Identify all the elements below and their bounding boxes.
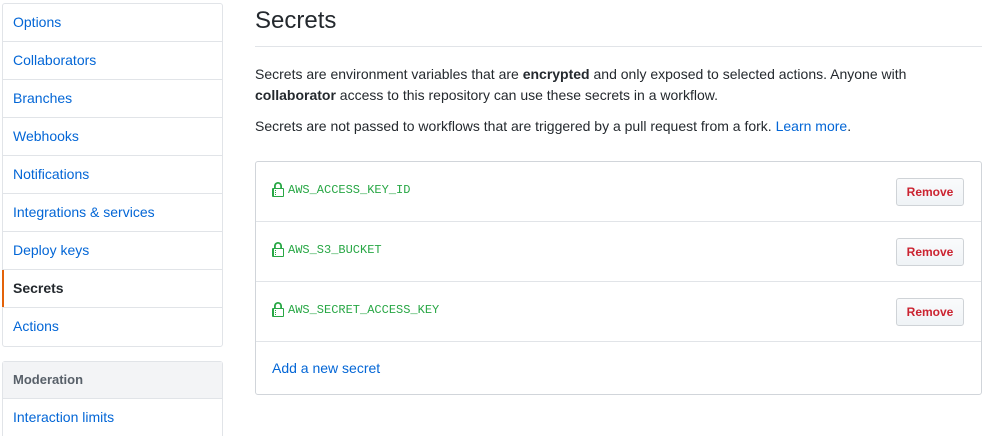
settings-menu: Options Collaborators Branches Webhooks … bbox=[2, 3, 223, 347]
secret-name: AWS_SECRET_ACCESS_KEY bbox=[288, 303, 440, 317]
secret-row: AWS_S3_BUCKET Remove bbox=[256, 222, 981, 282]
remove-secret-button[interactable]: Remove bbox=[896, 178, 964, 206]
secret-name-wrapper: AWS_ACCESS_KEY_ID bbox=[272, 182, 410, 198]
secrets-list: AWS_ACCESS_KEY_ID Remove AWS_S3_BUCKET R… bbox=[255, 161, 982, 395]
add-secret-row: Add a new secret bbox=[256, 342, 981, 394]
sidebar-item-actions[interactable]: Actions bbox=[3, 308, 222, 346]
sidebar-item-collaborators[interactable]: Collaborators bbox=[3, 42, 222, 80]
note-end: . bbox=[847, 118, 852, 134]
sidebar-item-notifications[interactable]: Notifications bbox=[3, 156, 222, 194]
note-text: Secrets are not passed to workflows that… bbox=[255, 118, 776, 134]
sidebar-item-branches[interactable]: Branches bbox=[3, 80, 222, 118]
sidebar-item-options[interactable]: Options bbox=[3, 4, 222, 42]
description-text: access to this repository can use these … bbox=[335, 87, 718, 103]
moderation-heading: Moderation bbox=[3, 362, 222, 399]
sidebar-item-integrations[interactable]: Integrations & services bbox=[3, 194, 222, 232]
description-text: Secrets are environment variables that a… bbox=[255, 66, 523, 82]
description-bold-collaborator: collaborator bbox=[255, 87, 336, 103]
sidebar-item-deploy-keys[interactable]: Deploy keys bbox=[3, 232, 222, 270]
secret-row: AWS_SECRET_ACCESS_KEY Remove bbox=[256, 282, 981, 342]
secret-name: AWS_ACCESS_KEY_ID bbox=[288, 183, 411, 197]
moderation-menu: Moderation Interaction limits bbox=[2, 361, 223, 436]
description-bold-encrypted: encrypted bbox=[522, 66, 590, 82]
sidebar-item-webhooks[interactable]: Webhooks bbox=[3, 118, 222, 156]
secret-row: AWS_ACCESS_KEY_ID Remove bbox=[256, 162, 981, 222]
sidebar-item-secrets[interactable]: Secrets bbox=[2, 270, 222, 308]
lock-icon bbox=[272, 182, 284, 197]
secret-name-wrapper: AWS_SECRET_ACCESS_KEY bbox=[272, 302, 439, 318]
remove-secret-button[interactable]: Remove bbox=[896, 238, 964, 266]
add-secret-link[interactable]: Add a new secret bbox=[272, 360, 380, 376]
fork-note: Secrets are not passed to workflows that… bbox=[255, 116, 982, 137]
lock-icon bbox=[272, 302, 284, 317]
description-text: and only exposed to selected actions. An… bbox=[589, 66, 907, 82]
secrets-description: Secrets are environment variables that a… bbox=[255, 64, 982, 106]
page-title: Secrets bbox=[255, 0, 982, 47]
secret-name: AWS_S3_BUCKET bbox=[288, 243, 382, 257]
sidebar-item-interaction-limits[interactable]: Interaction limits bbox=[3, 399, 222, 436]
secret-name-wrapper: AWS_S3_BUCKET bbox=[272, 242, 382, 258]
lock-icon bbox=[272, 242, 284, 257]
main-content: Secrets Secrets are environment variable… bbox=[255, 0, 982, 395]
learn-more-link[interactable]: Learn more bbox=[776, 118, 848, 134]
remove-secret-button[interactable]: Remove bbox=[896, 298, 964, 326]
